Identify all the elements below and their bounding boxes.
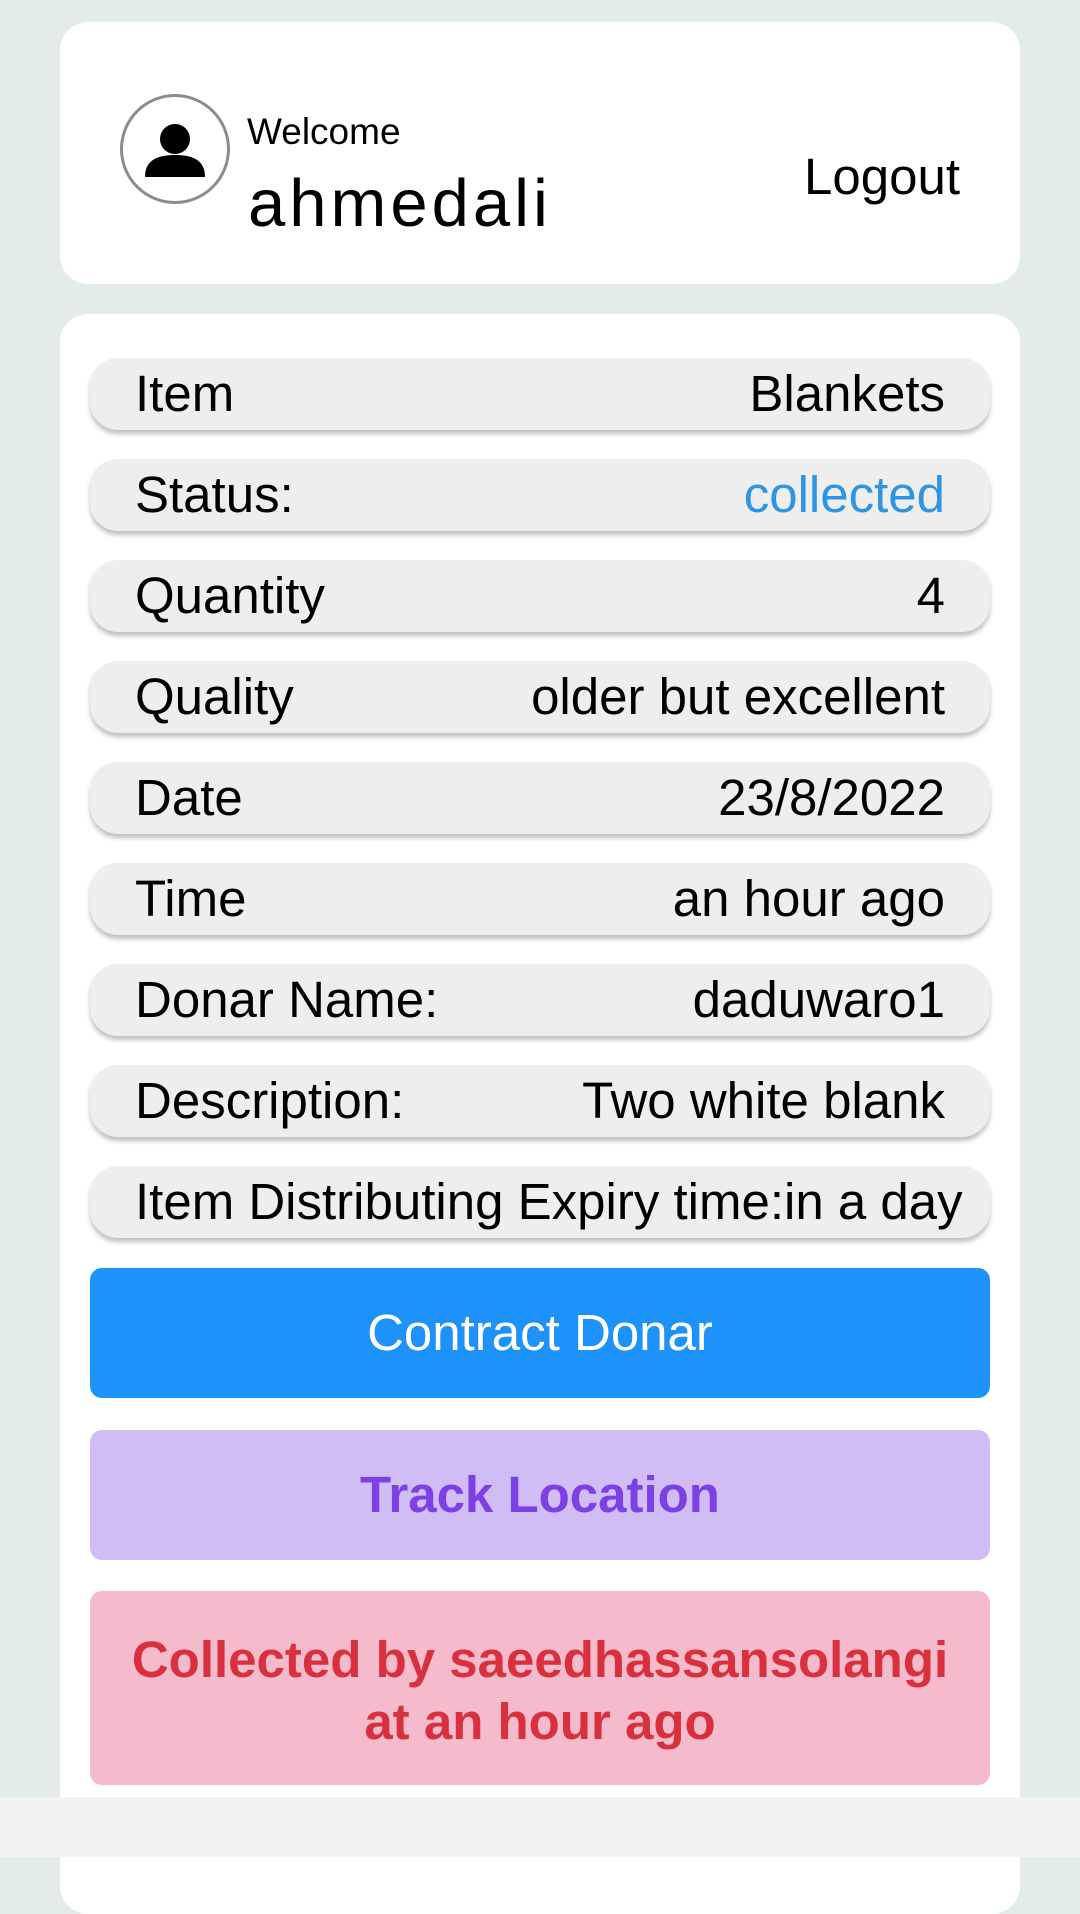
description-value: Two white blank (582, 1072, 945, 1129)
status-row: Status: collected (90, 459, 990, 531)
item-row: Item Blankets (90, 358, 990, 430)
expiry-row: Item Distributing Expiry time:in a day (90, 1166, 990, 1238)
quality-label: Quality (135, 668, 294, 725)
expiry-text: Item Distributing Expiry time:in a day (135, 1173, 963, 1230)
track-location-button[interactable]: Track Location (90, 1430, 990, 1560)
date-label: Date (135, 769, 243, 826)
header-card: Welcome ahmedali Logout (60, 22, 1020, 284)
donor-name-row: Donar Name: daduwaro1 (90, 964, 990, 1036)
item-value: Blankets (749, 365, 945, 422)
quantity-label: Quantity (135, 567, 325, 624)
date-row: Date 23/8/2022 (90, 762, 990, 834)
date-value: 23/8/2022 (718, 769, 945, 826)
description-row: Description: Two white blank (90, 1065, 990, 1137)
username: ahmedali (248, 166, 552, 241)
time-row: Time an hour ago (90, 863, 990, 935)
quality-row: Quality older but excellent (90, 661, 990, 733)
donation-details-card: Item Blankets Status: collected Quantity… (60, 314, 1020, 1914)
user-avatar-icon (120, 94, 230, 204)
quantity-row: Quantity 4 (90, 560, 990, 632)
quantity-value: 4 (916, 567, 945, 624)
welcome-label: Welcome (247, 111, 401, 152)
contact-donor-button[interactable]: Contract Donar (90, 1268, 990, 1398)
collected-notice: Collected by saeedhassansolangi at an ho… (90, 1591, 990, 1785)
collected-notice-line2: at an hour ago (364, 1693, 716, 1750)
collected-notice-line1: Collected by saeedhassansolangi (131, 1631, 949, 1688)
description-label: Description: (135, 1072, 405, 1129)
time-value: an hour ago (672, 870, 945, 927)
time-label: Time (135, 870, 247, 927)
status-value: collected (743, 466, 945, 523)
logout-button[interactable]: Logout (804, 147, 960, 207)
item-label: Item (135, 365, 235, 422)
status-label: Status: (135, 466, 294, 523)
bottom-navigation-bar (0, 1797, 1080, 1857)
donor-name-value: daduwaro1 (692, 971, 945, 1028)
donor-name-label: Donar Name: (135, 971, 439, 1028)
quality-value: older but excellent (531, 668, 945, 725)
